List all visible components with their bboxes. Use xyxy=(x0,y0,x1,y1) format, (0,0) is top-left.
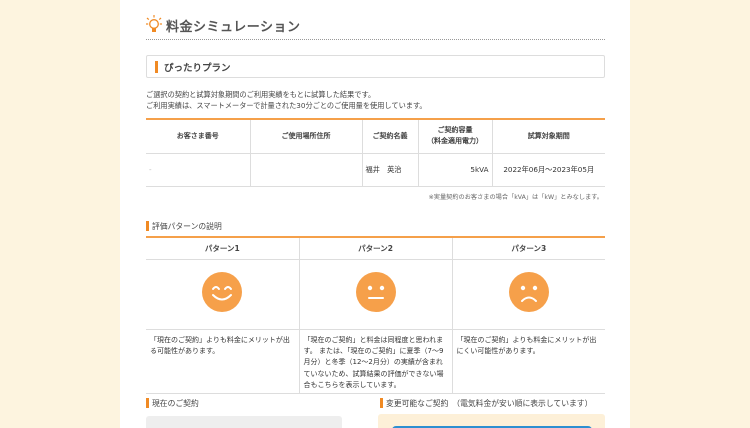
page-title: 料金シミュレーション xyxy=(166,20,301,35)
plan-header: ぴったりプラン xyxy=(146,55,605,78)
pattern-2-header: パターン2 xyxy=(298,236,452,260)
simulation-page: 料金シミュレーション ぴったりプラン ご選択の契約と試算対象期間のご利用実績をも… xyxy=(120,0,630,428)
changeable-accent-bar xyxy=(380,398,383,408)
current-accent-bar xyxy=(146,398,149,408)
plan-accent-bar xyxy=(155,61,158,73)
happy-face-icon xyxy=(202,272,243,312)
page-header: 料金シミュレーション xyxy=(146,14,605,40)
header-capacity: ご契約容量 （料金適用電力） xyxy=(417,118,492,154)
current-contract-heading: 現在のご契約 xyxy=(152,399,199,408)
header-address: ご使用場所住所 xyxy=(249,118,362,154)
plan-name: ぴったりプラン xyxy=(164,63,231,74)
description-line-1: ご選択の契約と試算対象期間のご利用実績をもとに試算した結果です。 xyxy=(146,90,376,99)
lightbulb-icon xyxy=(146,15,162,32)
contract-name-cell: 福井 英治 xyxy=(361,153,418,187)
neutral-face-icon xyxy=(355,272,396,312)
header-contract-name: ご契約名義 xyxy=(361,118,418,154)
customer-number-cell: - xyxy=(146,153,250,187)
section-accent-bar xyxy=(146,221,149,231)
pattern-3-header: パターン3 xyxy=(451,236,605,260)
contract-table: お客さま番号 ご使用場所住所 ご契約名義 ご契約容量 （料金適用電力） 試算対象… xyxy=(146,118,605,187)
capacity-note: ※実量契約のお客さまの場合「kVA」は「kW」とみなします。 xyxy=(428,194,603,201)
pattern-3-description: 「現在のご契約」よりも料金にメリットが出にくい可能性があります。 xyxy=(451,329,605,394)
current-contract-panel xyxy=(146,416,342,428)
pattern-1-face-cell xyxy=(146,259,299,330)
patterns-table: パターン1 パターン2 パターン3 「現在のご契約」よりも料金にメリットが出る可… xyxy=(146,236,605,394)
sad-face-icon xyxy=(508,272,549,312)
capacity-cell: 5kVA xyxy=(417,153,492,187)
table-row: - 福井 英治 5kVA 2022年06月～2023年05月 xyxy=(146,153,605,187)
pattern-2-description: 「現在のご契約」と料金は同程度と思われます。 または、「現在のご契約」に夏季（7… xyxy=(298,329,452,394)
description-line-2: ご利用実績は、スマートメーターで計量された30分ごとのご使用量を使用しています。 xyxy=(146,101,427,110)
period-cell: 2022年06月～2023年05月 xyxy=(491,153,605,187)
pattern-1-description: 「現在のご契約」よりも料金にメリットが出る可能性があります。 xyxy=(146,329,299,394)
header-period: 試算対象期間 xyxy=(491,118,605,154)
patterns-heading: 評価パターンの説明 xyxy=(152,222,222,231)
pattern-3-face-cell xyxy=(451,259,605,330)
pattern-1-header: パターン1 xyxy=(146,236,299,260)
changeable-contract-panel xyxy=(378,414,605,428)
address-cell xyxy=(249,153,362,187)
changeable-contract-heading: 変更可能なご契約 （電気料金が安い順に表示しています） xyxy=(386,399,593,408)
header-customer-number: お客さま番号 xyxy=(146,118,250,154)
pattern-2-face-cell xyxy=(298,259,452,330)
